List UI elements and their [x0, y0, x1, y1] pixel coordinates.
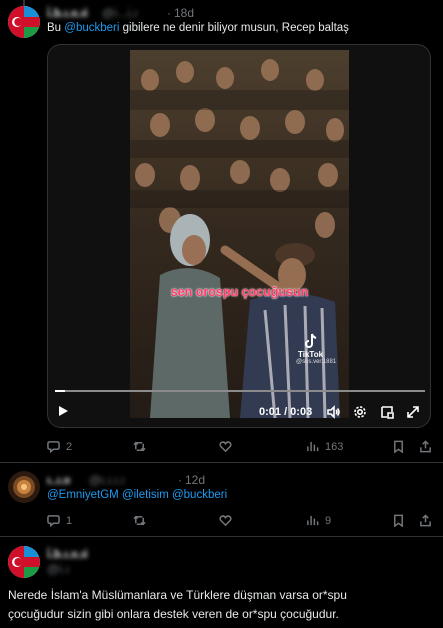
views-button[interactable]: 163: [306, 440, 343, 453]
play-button[interactable]: [56, 404, 70, 423]
mention-link[interactable]: @buckberi: [64, 22, 119, 34]
mention-link[interactable]: @EmniyetGM: [47, 489, 119, 501]
tweet-text: @EmniyetGM @iletisim @buckberi: [47, 489, 227, 501]
heart-icon: [219, 515, 232, 527]
mention-link[interactable]: @buckberi: [172, 489, 227, 501]
user-handle[interactable]: @ı̇.ı: [47, 562, 69, 576]
retweet-icon: [133, 441, 146, 452]
like-button[interactable]: [219, 440, 238, 453]
tweet-text: Bu @buckberi gibilere ne denir biliyor m…: [47, 22, 349, 34]
volume-icon: [327, 405, 340, 419]
views-count: 163: [325, 440, 344, 453]
avatar[interactable]: [8, 546, 40, 578]
like-button[interactable]: [219, 514, 238, 527]
flag-avatar-icon: [8, 546, 40, 578]
dot-separator: ·: [167, 6, 171, 20]
mention-link[interactable]: @iletisim: [122, 489, 169, 501]
retweet-button[interactable]: [133, 514, 152, 527]
tiktok-brand: TikTok: [298, 350, 324, 359]
tweet-text-line: çocuğudur sizin gibi onlara destek veren…: [8, 607, 339, 621]
user-handle[interactable]: @ı̇...ı̇.ı: [102, 6, 138, 20]
user-handle[interactable]: @ı.ı.ı.ı: [89, 473, 125, 487]
tweet-time[interactable]: 12d: [185, 473, 205, 487]
tweet-time[interactable]: 18d: [174, 6, 194, 20]
reply-icon: [47, 515, 60, 527]
bookmark-button[interactable]: [392, 440, 405, 453]
gear-icon: [354, 406, 366, 418]
display-name[interactable]: i̇.b.ı.ıı.ıi: [47, 547, 88, 561]
views-button[interactable]: 9: [306, 514, 331, 527]
reply-button[interactable]: 1: [47, 514, 72, 527]
divider: [0, 536, 443, 537]
bookmark-icon: [394, 440, 403, 453]
avatar[interactable]: [8, 471, 40, 503]
profile-image-icon: [8, 471, 40, 503]
divider: [0, 462, 443, 463]
settings-button[interactable]: [353, 405, 367, 424]
display-name[interactable]: ı..ı.ıı: [47, 473, 70, 487]
video-player[interactable]: sen orospu çocuğusun TikTok @ses.ver.188…: [47, 44, 431, 428]
share-icon: [420, 514, 431, 527]
fullscreen-button[interactable]: [406, 405, 420, 424]
retweet-icon: [133, 515, 146, 526]
reply-button[interactable]: 2: [47, 440, 72, 453]
play-icon: [59, 406, 68, 416]
picture-in-picture-icon: [381, 406, 394, 419]
retweet-button[interactable]: [133, 440, 152, 453]
volume-button[interactable]: [326, 405, 340, 424]
expand-icon: [407, 406, 419, 418]
tiktok-watermark: TikTok @ses.ver.1881: [296, 333, 337, 365]
tweet-text: Nerede İslam'a Müslümanlara ve Türklere …: [8, 586, 347, 624]
views-icon: [307, 441, 319, 452]
tiktok-user: @ses.ver.1881: [296, 359, 337, 365]
reply-count: 2: [66, 440, 73, 453]
views-count: 9: [325, 514, 332, 527]
bookmark-button[interactable]: [392, 514, 405, 527]
video-progress-fill: [55, 390, 65, 392]
bookmark-icon: [394, 514, 403, 527]
video-time: 0:01 / 0:03: [259, 406, 313, 418]
heart-icon: [219, 441, 232, 453]
flag-avatar-icon: [8, 6, 40, 38]
reply-icon: [47, 441, 60, 453]
avatar[interactable]: [8, 6, 40, 38]
tweet-text-line: Nerede İslam'a Müslümanlara ve Türklere …: [8, 588, 347, 602]
share-button[interactable]: [419, 514, 432, 527]
minimize-button[interactable]: [380, 405, 394, 424]
reply-count: 1: [66, 514, 73, 527]
share-button[interactable]: [419, 440, 432, 453]
display-name[interactable]: i̇.b.ı.ıı.ıi: [47, 6, 88, 20]
dot-separator: ·: [178, 473, 182, 487]
tweet-text-suffix: gibilere ne denir biliyor musun, Recep b…: [119, 22, 349, 34]
tiktok-logo-icon: [305, 333, 317, 348]
tweet-text-prefix: Bu: [47, 22, 65, 34]
views-icon: [307, 515, 319, 526]
video-caption: sen orospu çocuğusun: [170, 285, 309, 299]
share-icon: [420, 440, 431, 453]
video-progress-track[interactable]: [55, 390, 425, 392]
